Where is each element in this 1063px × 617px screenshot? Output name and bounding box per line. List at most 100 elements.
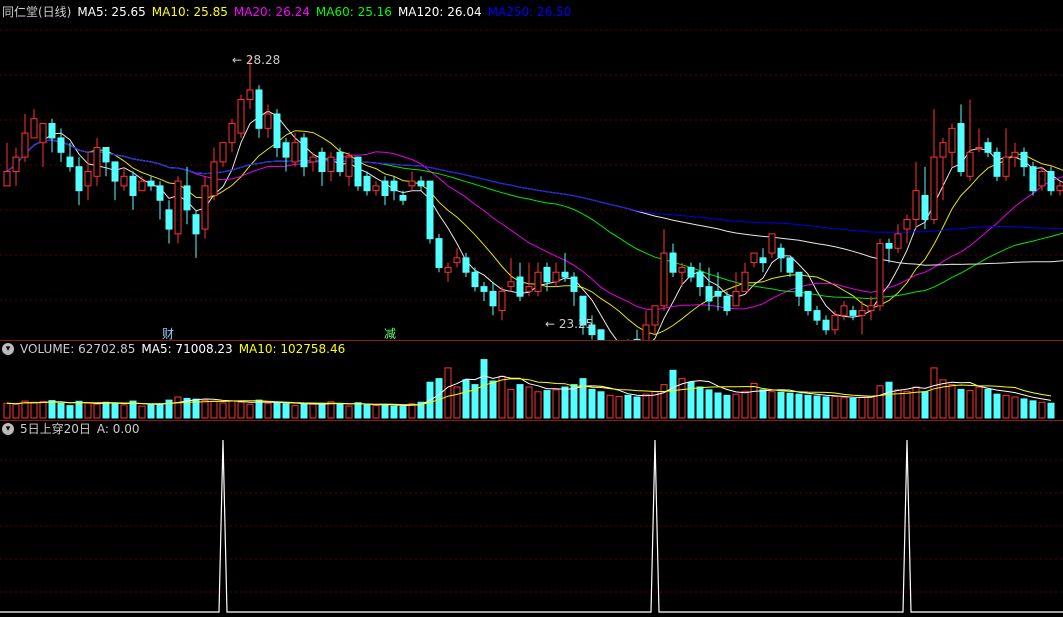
candle-body (66, 156, 74, 168)
candle-body (948, 127, 956, 153)
volume-bar (525, 386, 533, 419)
indicator-chart[interactable] (0, 420, 1063, 617)
volume-bar (687, 381, 695, 419)
volume-bar (237, 401, 245, 419)
volume-bar (75, 400, 83, 419)
volume-bar (3, 402, 11, 419)
high-annotation: ← 28.28 (232, 53, 281, 67)
candle-body (840, 305, 848, 316)
volume-bar (201, 399, 209, 419)
volume-bar (633, 396, 641, 419)
price-panel[interactable]: 同仁堂(日线) MA5: 25.65 MA10: 25.85 MA20: 26.… (0, 0, 1063, 341)
volume-bar (489, 380, 497, 419)
volume-bar (534, 391, 542, 419)
candle-body (291, 142, 299, 163)
volume-bar (1038, 401, 1046, 419)
volume-bar (696, 386, 704, 419)
candle-body (786, 257, 794, 273)
candle-body (345, 156, 353, 177)
candle-body (516, 276, 524, 297)
candle-body (309, 156, 317, 163)
ma250-line (6, 139, 1063, 233)
volume-bar (840, 397, 848, 419)
high-value: 28.28 (245, 53, 281, 67)
ma250-label: MA250: 26.50 (487, 5, 572, 19)
candle-body (597, 329, 605, 340)
candle-body (912, 190, 920, 220)
candle-body (219, 142, 227, 163)
price-chart[interactable] (0, 0, 1063, 340)
candle-body (525, 286, 533, 292)
volume-bar (66, 405, 74, 419)
volume-bar (390, 405, 398, 419)
volume-bar (102, 401, 110, 419)
collapse-icon[interactable]: ▾ (2, 343, 14, 355)
candle-body (264, 113, 272, 129)
candle-body (120, 175, 128, 187)
volume-bar (507, 388, 515, 419)
volume-bar (1029, 400, 1037, 419)
candle-body (1056, 185, 1063, 192)
volume-bar (1002, 394, 1010, 419)
volume-bar (300, 403, 308, 419)
candle-body (876, 242, 884, 307)
volume-bar (732, 393, 740, 419)
candle-body (363, 175, 371, 192)
volume-bar (921, 391, 929, 419)
volume-bar (273, 401, 281, 419)
low-annotation: ← 23.25 (545, 317, 594, 331)
candle-body (723, 295, 731, 312)
candle-body (399, 194, 407, 201)
volume-bar (120, 404, 128, 419)
candle-body (12, 156, 20, 172)
candle-body (390, 180, 398, 192)
volume-bar (444, 367, 452, 419)
volume-bar (453, 386, 461, 419)
volume-bar (822, 396, 830, 419)
volume-bar (210, 400, 218, 419)
volume-bar (903, 390, 911, 419)
volume-bar (462, 379, 470, 419)
volume-bar (867, 396, 875, 419)
candle-body (885, 242, 893, 249)
low-value: 23.25 (558, 317, 594, 331)
ma5-label: MA5: 25.65 (77, 5, 146, 19)
volume-bar (579, 378, 587, 419)
candle-body (165, 209, 173, 230)
candle-body (408, 180, 416, 187)
candle-body (462, 257, 470, 273)
volume-legend: ▾ VOLUME: 62702.85 MA5: 71008.23 MA10: 1… (2, 341, 345, 357)
candle-body (435, 238, 443, 268)
indicator-panel[interactable]: ▾ 5日上穿20日 A: 0.00 (0, 420, 1063, 617)
volume-bar (615, 396, 623, 419)
volume-bar (363, 404, 371, 419)
volume-bar (1020, 398, 1028, 419)
candle-body (993, 151, 1001, 177)
candle-body (705, 286, 713, 302)
candle-body (48, 123, 56, 139)
candle-body (75, 166, 83, 192)
volume-bar (588, 388, 596, 419)
candle-body (156, 185, 164, 201)
candle-body (984, 142, 992, 153)
candle-body (921, 194, 929, 220)
vol-ma10-label: MA10: 102758.46 (238, 342, 346, 356)
volume-panel[interactable]: ▾ VOLUME: 62702.85 MA5: 71008.23 MA10: 1… (0, 340, 1063, 420)
volume-bar (957, 388, 965, 419)
candle-body (1002, 156, 1010, 177)
volume-bar (345, 405, 353, 419)
candle-body (651, 305, 659, 326)
volume-bar (543, 390, 551, 419)
collapse-icon[interactable]: ▾ (2, 423, 14, 435)
volume-bar (939, 379, 947, 419)
candle-body (732, 290, 740, 307)
volume-bar (930, 367, 938, 419)
volume-bar (111, 403, 119, 419)
volume-bar (228, 400, 236, 419)
candle-body (318, 151, 326, 172)
volume-bar (84, 402, 92, 419)
candle-body (687, 266, 695, 278)
volume-bar (156, 403, 164, 419)
candle-body (372, 185, 380, 192)
indicator-value: A: 0.00 (96, 422, 140, 436)
